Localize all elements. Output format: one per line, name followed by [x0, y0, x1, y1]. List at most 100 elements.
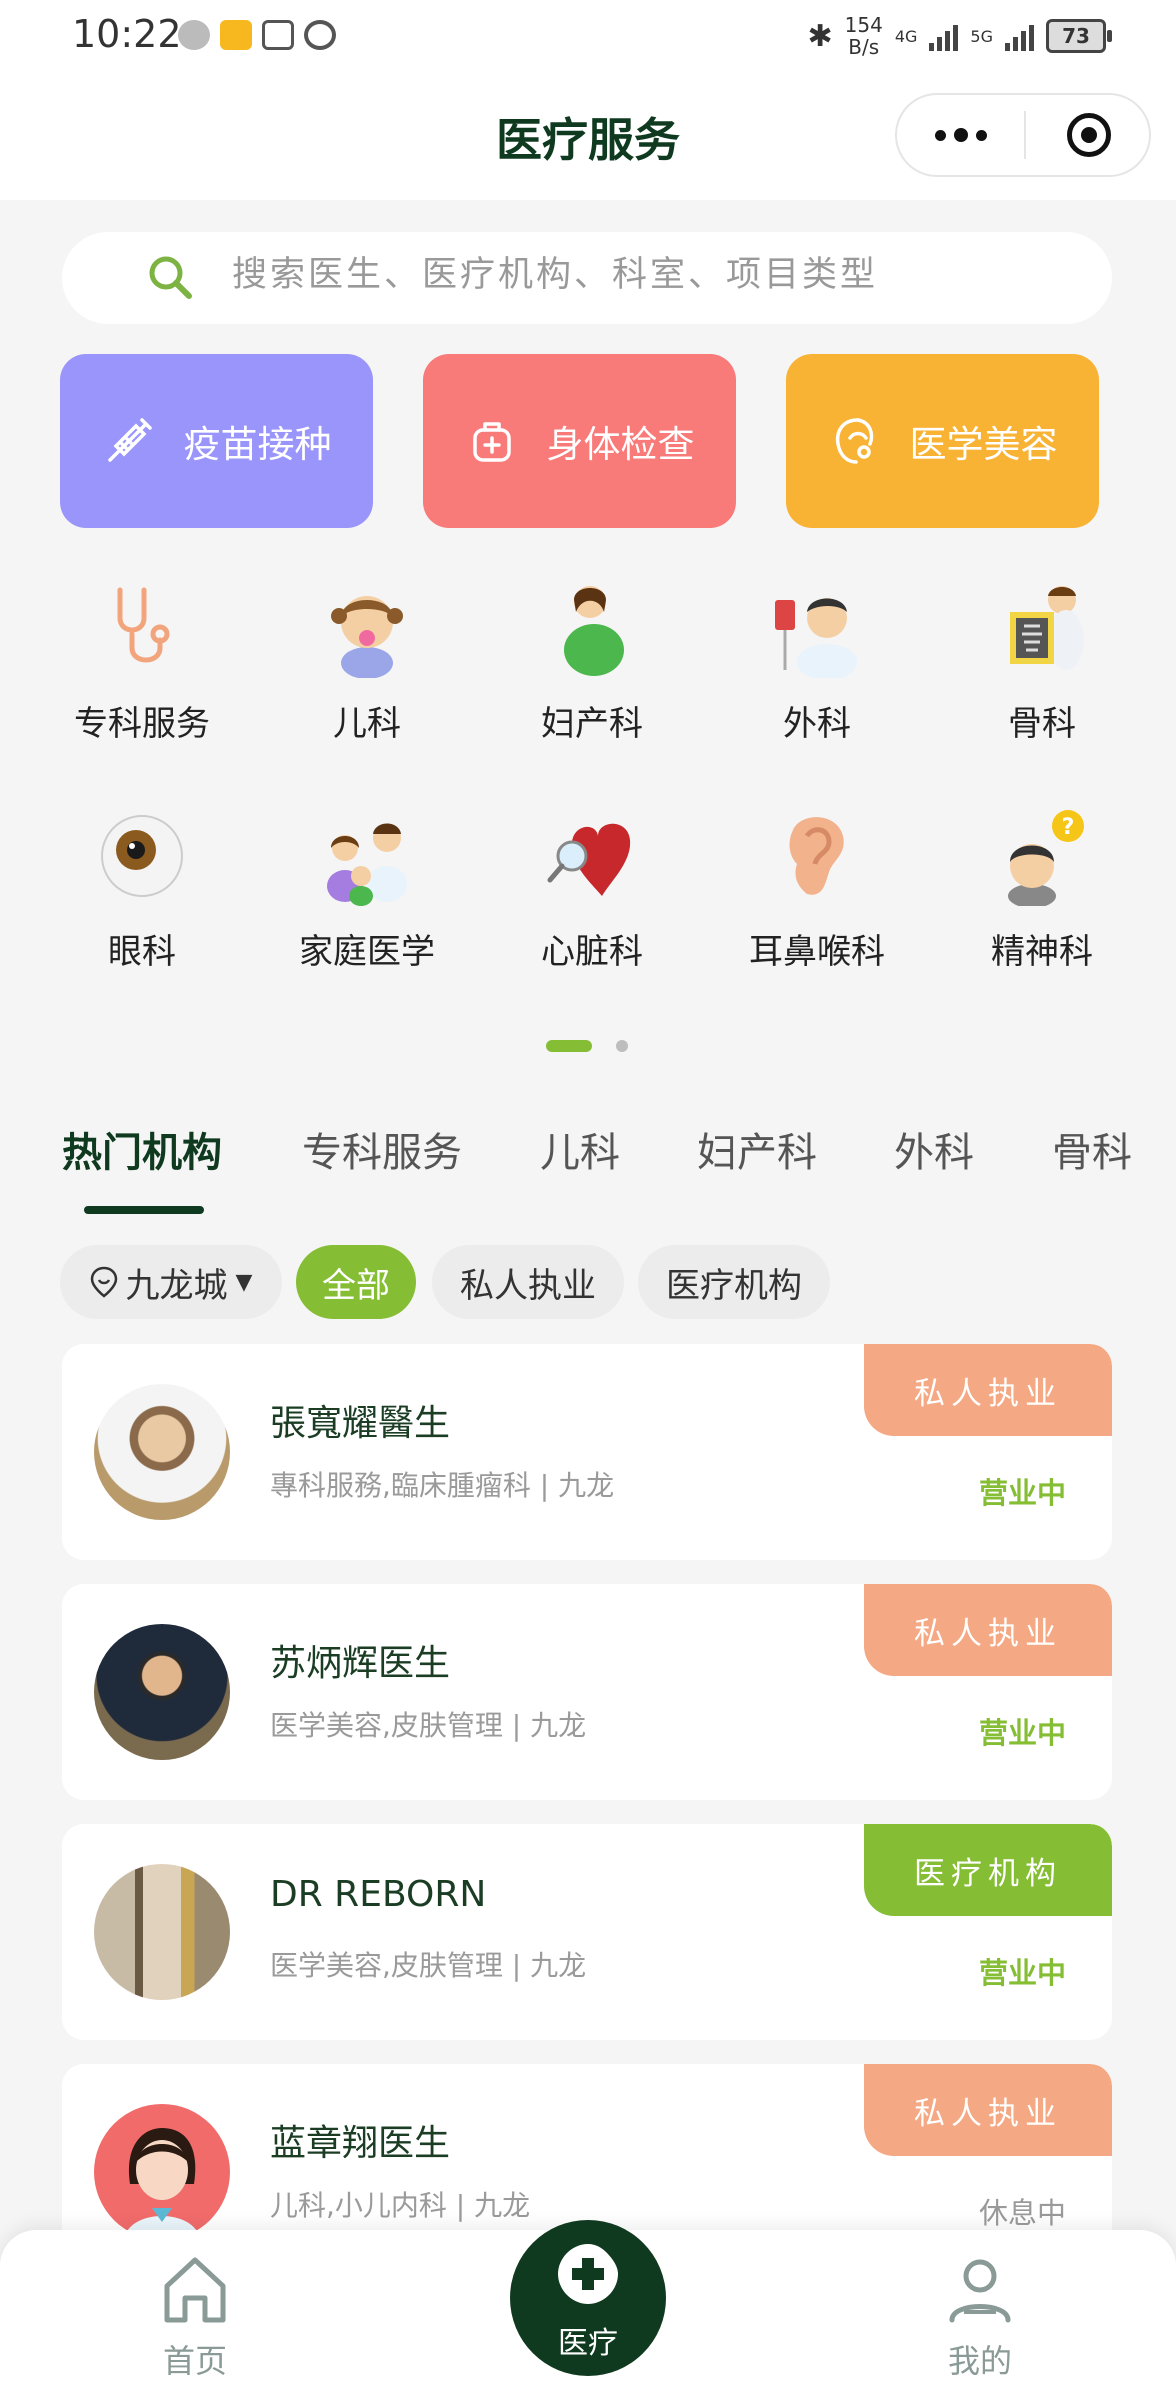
- tab-obstetrics[interactable]: 妇产科: [697, 1120, 817, 1178]
- type-badge: 私人执业: [864, 2064, 1112, 2156]
- status-badge: 营业中: [978, 1956, 1066, 1990]
- category-surgery[interactable]: 外科: [717, 578, 917, 745]
- tab-pediatrics[interactable]: 儿科: [540, 1120, 620, 1178]
- chevron-down-icon: ▼: [235, 1269, 253, 1295]
- location-pin-icon: [90, 1266, 117, 1298]
- tab-specialty[interactable]: 专科服务: [302, 1120, 462, 1178]
- heart-icon: [547, 823, 631, 896]
- category-family-medicine[interactable]: 家庭医学: [267, 806, 467, 973]
- location-dropdown[interactable]: 九龙城 ▼: [60, 1245, 282, 1319]
- category-label: 专科服务: [74, 704, 210, 744]
- category-psychiatry[interactable]: ? 精神科: [942, 806, 1142, 973]
- category-pediatrics[interactable]: 儿科: [267, 578, 467, 745]
- category-cardiology[interactable]: 心脏科: [492, 806, 692, 973]
- ear-icon: [789, 817, 844, 895]
- network-speed: 154 B/s: [845, 14, 883, 58]
- mini-program-capsule: [895, 93, 1151, 177]
- tab-hot-institutions[interactable]: 热门机构: [62, 1120, 222, 1178]
- pager-dot[interactable]: [616, 1040, 628, 1052]
- nav-medical[interactable]: 医疗: [510, 2220, 666, 2376]
- net-speed-value: 154: [844, 13, 883, 37]
- institution-card[interactable]: 苏炳辉医生 医学美容,皮肤管理 | 九龙 私人执业 营业中: [62, 1584, 1112, 1800]
- nfc-icon: [262, 20, 294, 50]
- tab-orthopedics[interactable]: 骨科: [1052, 1120, 1132, 1178]
- search-input[interactable]: [230, 254, 1034, 296]
- nav-home-label: 首页: [162, 2342, 227, 2380]
- nav-mine-label: 我的: [947, 2342, 1012, 2380]
- category-label: 儿科: [333, 704, 401, 744]
- category-obstetrics[interactable]: 妇产科: [492, 578, 692, 745]
- nav-medical-label: 医疗: [558, 2326, 618, 2361]
- institution-name: 苏炳辉医生: [270, 1643, 451, 1684]
- institution-card[interactable]: DR REBORN 医学美容,皮肤管理 | 九龙 医疗机构 营业中: [62, 1824, 1112, 2040]
- status-right: ✱ 154 B/s 4G 5G 73: [808, 14, 1112, 58]
- status-time: 10:22: [72, 12, 182, 56]
- filter-chip-institution[interactable]: 医疗机构: [638, 1245, 830, 1319]
- user-icon: [949, 2259, 1011, 2323]
- institution-subtitle: 儿科,小儿内科 | 九龙: [270, 2189, 531, 2222]
- status-badge: 营业中: [978, 1716, 1066, 1750]
- status-badge: 营业中: [978, 1476, 1066, 1510]
- alarm-icon: [304, 20, 336, 50]
- capsule-divider: [1024, 111, 1026, 159]
- avatar: [94, 1864, 230, 2000]
- institution-name: 蓝章翔医生: [270, 2123, 451, 2164]
- medical-kit-icon: [472, 422, 511, 462]
- category-orthopedics[interactable]: 骨科: [942, 578, 1142, 745]
- category-specialty[interactable]: 专科服务: [42, 578, 242, 745]
- location-label: 九龙城: [125, 1265, 228, 1306]
- category-label: 家庭医学: [299, 932, 435, 972]
- filter-chip-private[interactable]: 私人执业: [432, 1245, 624, 1319]
- nav-mine[interactable]: 我的: [900, 2250, 1060, 2382]
- institution-card[interactable]: 張寬耀醫生 專科服務,臨床腫瘤科 | 九龙 私人执业 营业中: [62, 1344, 1112, 1560]
- pregnant-woman-icon: [564, 586, 624, 676]
- body-check-button[interactable]: 身体检查: [423, 354, 736, 528]
- type-badge: 私人执业: [864, 1584, 1112, 1676]
- medical-plus-icon: [558, 2244, 618, 2304]
- close-target-icon[interactable]: [1067, 113, 1111, 157]
- type-badge: 医疗机构: [864, 1824, 1112, 1916]
- institution-name: DR REBORN: [270, 1874, 487, 1915]
- status-bar: 10:22 ✱ 154 B/s 4G 5G 73: [0, 0, 1176, 70]
- category-label: 妇产科: [541, 704, 643, 744]
- category-label: 心脏科: [541, 932, 643, 972]
- wechat-icon: [178, 20, 210, 50]
- more-dot-icon: [976, 130, 987, 141]
- surgeon-icon: [775, 598, 857, 680]
- syringe-icon: [107, 418, 152, 462]
- medical-beauty-button[interactable]: 医学美容: [786, 354, 1099, 528]
- avatar: [94, 1384, 230, 1520]
- search-icon: [149, 256, 192, 299]
- institution-name: 張寬耀醫生: [270, 1403, 451, 1444]
- child-icon: [331, 596, 403, 679]
- more-dot-icon: [954, 128, 968, 142]
- category-label: 眼科: [108, 932, 176, 972]
- more-button[interactable]: [897, 95, 1023, 175]
- category-ophthalmology[interactable]: 眼科: [42, 806, 242, 973]
- tab-surgery[interactable]: 外科: [894, 1120, 974, 1178]
- tab-underline: [84, 1206, 204, 1214]
- institution-subtitle: 專科服務,臨床腫瘤科 | 九龙: [270, 1469, 615, 1502]
- filter-chip-all[interactable]: 全部: [296, 1245, 416, 1319]
- eye-icon: [101, 815, 183, 897]
- avatar: [94, 1624, 230, 1760]
- signal-label-2: 5G: [970, 26, 993, 46]
- family-icon: [327, 823, 407, 906]
- net-speed-unit: B/s: [848, 35, 880, 59]
- question-head-icon: ?: [1008, 810, 1084, 908]
- nav-home[interactable]: 首页: [115, 2250, 275, 2382]
- search-bar[interactable]: [62, 232, 1112, 324]
- vaccination-button[interactable]: 疫苗接种: [60, 354, 373, 528]
- female-doctor-avatar-icon: [124, 2128, 200, 2240]
- status-badge: 休息中: [978, 2196, 1066, 2230]
- institution-subtitle: 医学美容,皮肤管理 | 九龙: [270, 1949, 587, 1982]
- mail-icon: [220, 20, 252, 50]
- category-label: 外科: [783, 704, 851, 744]
- pager-dot-active[interactable]: [546, 1040, 592, 1052]
- avatar: [94, 2104, 230, 2240]
- signal-bars-2-icon: [1005, 21, 1034, 51]
- category-ent[interactable]: 耳鼻喉科: [717, 806, 917, 973]
- medical-beauty-label: 医学美容: [909, 423, 1058, 466]
- type-badge: 私人执业: [864, 1344, 1112, 1436]
- more-dot-icon: [935, 130, 946, 141]
